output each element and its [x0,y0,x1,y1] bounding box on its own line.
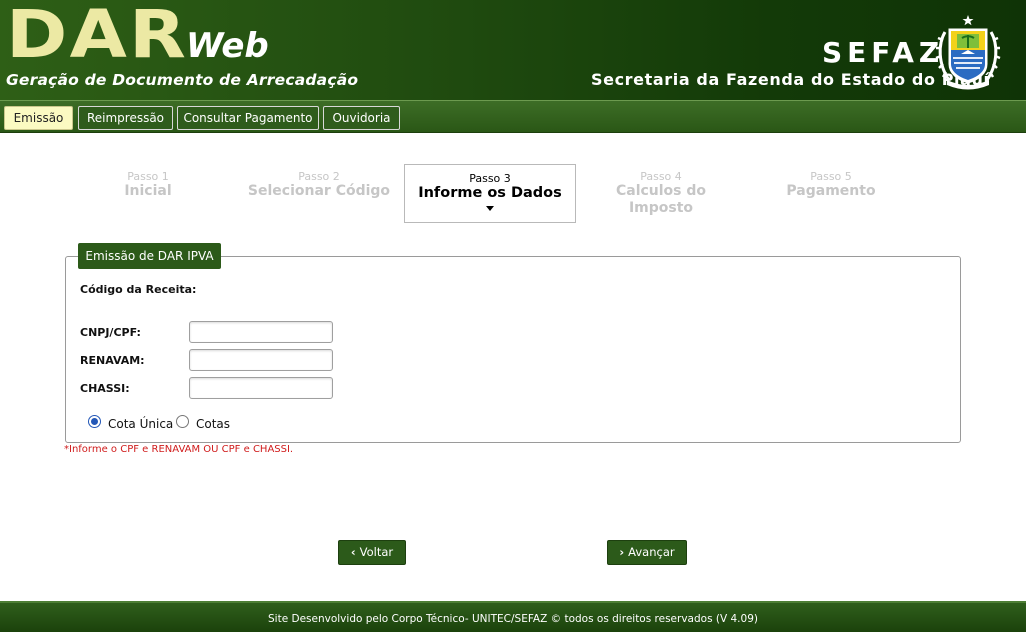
step-2-name: Selecionar Código [247,183,391,199]
step-4: Passo 4 Calculos do Imposto [590,170,732,217]
back-button-label: Voltar [359,545,394,559]
renavam-input[interactable] [189,349,333,371]
chassi-label: CHASSI: [80,382,130,395]
app-subtitle: Geração de Documento de Arrecadação [6,71,359,89]
form-legend: Emissão de DAR IPVA [78,243,221,269]
chassi-input[interactable] [189,377,333,399]
step-3-name: Informe os Dados [418,185,562,201]
renavam-label: RENAVAM: [80,354,145,367]
cotas-radio[interactable] [176,415,189,428]
step-1-name: Inicial [124,183,172,199]
state-coat-of-arms-icon [935,15,1001,90]
step-5-number: Passo 5 [810,170,852,183]
nav-tab-emissao[interactable]: Emissão [4,106,73,130]
page: DAR Web Geração de Documento de Arrecada… [0,0,1026,632]
footer-copyright: Site Desenvolvido pelo Corpo Técnico- UN… [268,613,758,625]
step-1-number: Passo 1 [127,170,169,183]
step-2: Passo 2 Selecionar Código [240,170,398,200]
form-hint: *Informe o CPF e RENAVAM OU CPF e CHASSI… [64,444,294,455]
nav-tab-reimpressao[interactable]: Reimpressão [78,106,173,130]
step-1: Passo 1 Inicial [88,170,208,200]
next-button-label: Avançar [628,545,675,559]
cnpj-cpf-label: CNPJ/CPF: [80,326,141,339]
next-button[interactable]: › Avançar [607,540,687,565]
logo-dar: DAR [6,0,189,73]
caret-down-icon [486,206,494,211]
cnpj-cpf-input[interactable] [189,321,333,343]
codigo-receita-label: Código da Receita: [80,283,197,296]
logo-web: Web [186,26,269,66]
step-4-number: Passo 4 [640,170,682,183]
nav-tab-ouvidoria[interactable]: Ouvidoria [323,106,400,130]
step-5: Passo 5 Pagamento [768,170,894,200]
org-name: Secretaria da Fazenda do Estado do Piauí [591,70,990,89]
step-4-name-line2: Imposto [628,200,694,216]
back-button[interactable]: ‹ Voltar [338,540,406,565]
cota-unica-radio[interactable] [88,415,101,428]
step-3-active: Passo 3 Informe os Dados [404,164,576,223]
chevron-left-icon: ‹ [350,545,356,559]
cotas-label[interactable]: Cotas [196,417,230,431]
footer: Site Desenvolvido pelo Corpo Técnico- UN… [0,601,1026,632]
step-5-name: Pagamento [786,183,876,199]
header-banner: DAR Web Geração de Documento de Arrecada… [0,0,1026,100]
main-nav: Emissão Reimpressão Consultar Pagamento … [0,100,1026,133]
org-acronym: SEFAZ [822,36,945,69]
chevron-right-icon: › [619,545,625,559]
nav-tab-consultar-pagamento[interactable]: Consultar Pagamento [177,106,319,130]
cota-unica-label[interactable]: Cota Única [108,417,173,431]
step-4-name-line1: Calculos do [615,183,707,199]
step-3-number: Passo 3 [469,172,511,185]
step-2-number: Passo 2 [298,170,340,183]
